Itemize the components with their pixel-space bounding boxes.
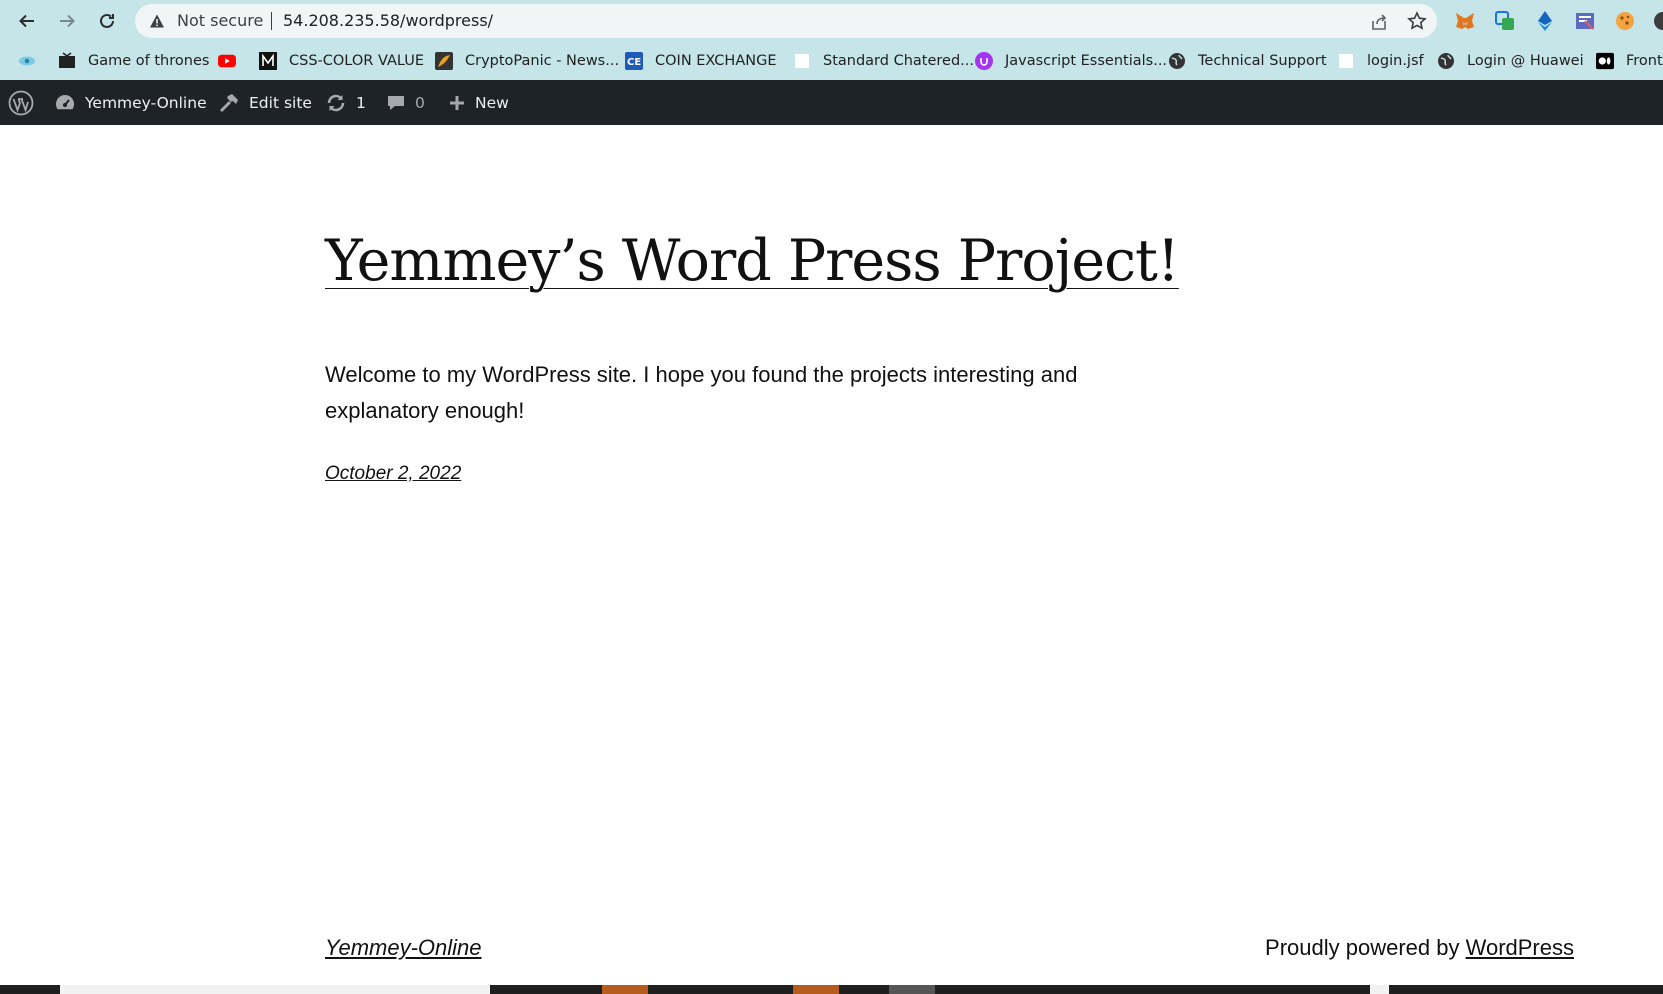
forward-arrow-icon <box>60 14 75 28</box>
security-label[interactable]: Not secure <box>177 11 263 30</box>
taskbar-search-box[interactable] <box>60 985 490 994</box>
ce-logo-icon: CE <box>625 52 643 70</box>
bookmark-item[interactable]: Standard Chatered... <box>793 42 974 80</box>
warning-icon[interactable] <box>148 12 166 30</box>
bookmarks-bar: Game of thrones CSS-COLOR VALUE CryptoPa… <box>0 42 1663 80</box>
bookmark-star-icon[interactable] <box>1407 11 1427 31</box>
bookmark-label: Login @ Huawei <box>1467 53 1584 69</box>
wp-admin-bar: Yemmey-Online Edit site 1 0 New <box>0 80 1663 125</box>
bookmark-item[interactable]: Technical Support <box>1168 42 1327 80</box>
cryptopanic-icon <box>435 52 453 70</box>
credit-prefix: Proudly powered by <box>1265 935 1466 960</box>
bookmark-item[interactable]: CE COIN EXCHANGE <box>625 42 777 80</box>
taskbar-app[interactable] <box>602 985 648 994</box>
taskbar-tray <box>1370 985 1389 994</box>
ethereum-extension-icon[interactable] <box>1534 10 1556 32</box>
page-title[interactable]: Yemmey’s Word Press Project! <box>325 228 1180 294</box>
bookmark-item[interactable]: CSS-COLOR VALUE <box>259 42 424 80</box>
footer-credit: Proudly powered by WordPress <box>1265 935 1574 961</box>
bookmark-item[interactable]: Login @ Huawei <box>1437 42 1584 80</box>
footer-site-link[interactable]: Yemmey-Online <box>325 935 482 961</box>
bookmark-label: CryptoPanic - News... <box>465 53 620 69</box>
bookmark-label: Technical Support <box>1198 53 1327 69</box>
back-button[interactable] <box>12 6 42 36</box>
medium-icon <box>1596 52 1614 70</box>
reload-icon <box>100 13 114 28</box>
site-name-menu[interactable]: Yemmey-Online <box>54 80 207 125</box>
hammer-icon <box>218 92 240 114</box>
bookmark-item[interactable]: login.jsf <box>1337 42 1424 80</box>
bookmark-label: COIN EXCHANGE <box>655 53 777 69</box>
bookmark-item[interactable]: Game of thrones <box>58 42 209 80</box>
browser-toolbar: Not secure 54.208.235.58/wordpress/ <box>0 0 1663 42</box>
blank-page-icon <box>1337 52 1355 70</box>
plus-icon <box>448 94 466 112</box>
updates-count: 1 <box>356 93 366 112</box>
udemy-icon <box>975 52 993 70</box>
bookmark-label: Game of thrones <box>88 53 210 69</box>
back-arrow-icon <box>19 14 34 28</box>
share-icon[interactable] <box>1369 12 1389 32</box>
updates-button[interactable]: 1 <box>325 80 366 125</box>
youtube-icon <box>218 52 236 70</box>
url-text[interactable]: 54.208.235.58/wordpress/ <box>283 11 493 30</box>
globe-icon <box>1437 52 1455 70</box>
post-date-link[interactable]: October 2, 2022 <box>325 463 461 485</box>
profile-extension-icon[interactable] <box>1652 10 1663 32</box>
wordpress-logo-icon <box>8 90 34 115</box>
cast-extension-icon[interactable] <box>1574 10 1596 32</box>
reload-button[interactable] <box>92 6 122 36</box>
bookmark-item[interactable]: Front <box>1596 42 1663 80</box>
dashboard-icon <box>54 93 76 113</box>
tv-icon <box>58 52 76 70</box>
bookmark-label: Javascript Essentials... <box>1005 53 1168 69</box>
bookmark-label: CSS-COLOR VALUE <box>289 53 425 69</box>
wordpress-link[interactable]: WordPress <box>1466 935 1574 960</box>
comment-bubble-icon <box>386 93 406 113</box>
bookmark-label: login.jsf <box>1367 53 1424 69</box>
post-content: Welcome to my WordPress site. I hope you… <box>325 362 1078 423</box>
bookmark-label: Standard Chatered... <box>823 53 974 69</box>
svg-text:CE: CE <box>627 57 641 68</box>
taskbar-app[interactable] <box>889 985 935 994</box>
updates-icon <box>325 92 347 114</box>
bookmark-item[interactable] <box>218 42 236 80</box>
site-name-label: Yemmey-Online <box>85 93 207 112</box>
address-bar[interactable]: Not secure 54.208.235.58/wordpress/ <box>135 4 1437 38</box>
bookmark-label: Front <box>1626 53 1663 69</box>
bookmark-item[interactable]: Javascript Essentials... <box>975 42 1167 80</box>
metamask-extension-icon[interactable] <box>1454 10 1476 32</box>
forward-button[interactable] <box>52 6 82 36</box>
eye-icon <box>18 52 36 70</box>
wordpress-logo-button[interactable] <box>8 80 34 125</box>
bookmark-item[interactable] <box>18 42 36 80</box>
translate-extension-icon[interactable] <box>1494 10 1516 32</box>
taskbar-app[interactable] <box>793 985 839 994</box>
m-logo-icon <box>259 52 277 70</box>
blank-page-icon <box>793 52 811 70</box>
divider <box>271 12 272 30</box>
new-content-button[interactable]: New <box>448 80 509 125</box>
globe-icon <box>1168 52 1186 70</box>
edit-site-label: Edit site <box>249 93 312 112</box>
bookmark-item[interactable]: CryptoPanic - News... <box>435 42 619 80</box>
edit-site-button[interactable]: Edit site <box>218 80 312 125</box>
comments-count: 0 <box>415 93 425 112</box>
new-label: New <box>475 93 509 112</box>
comments-button[interactable]: 0 <box>386 80 425 125</box>
cookie-extension-icon[interactable] <box>1614 10 1636 32</box>
taskbar-strip <box>0 985 1663 994</box>
